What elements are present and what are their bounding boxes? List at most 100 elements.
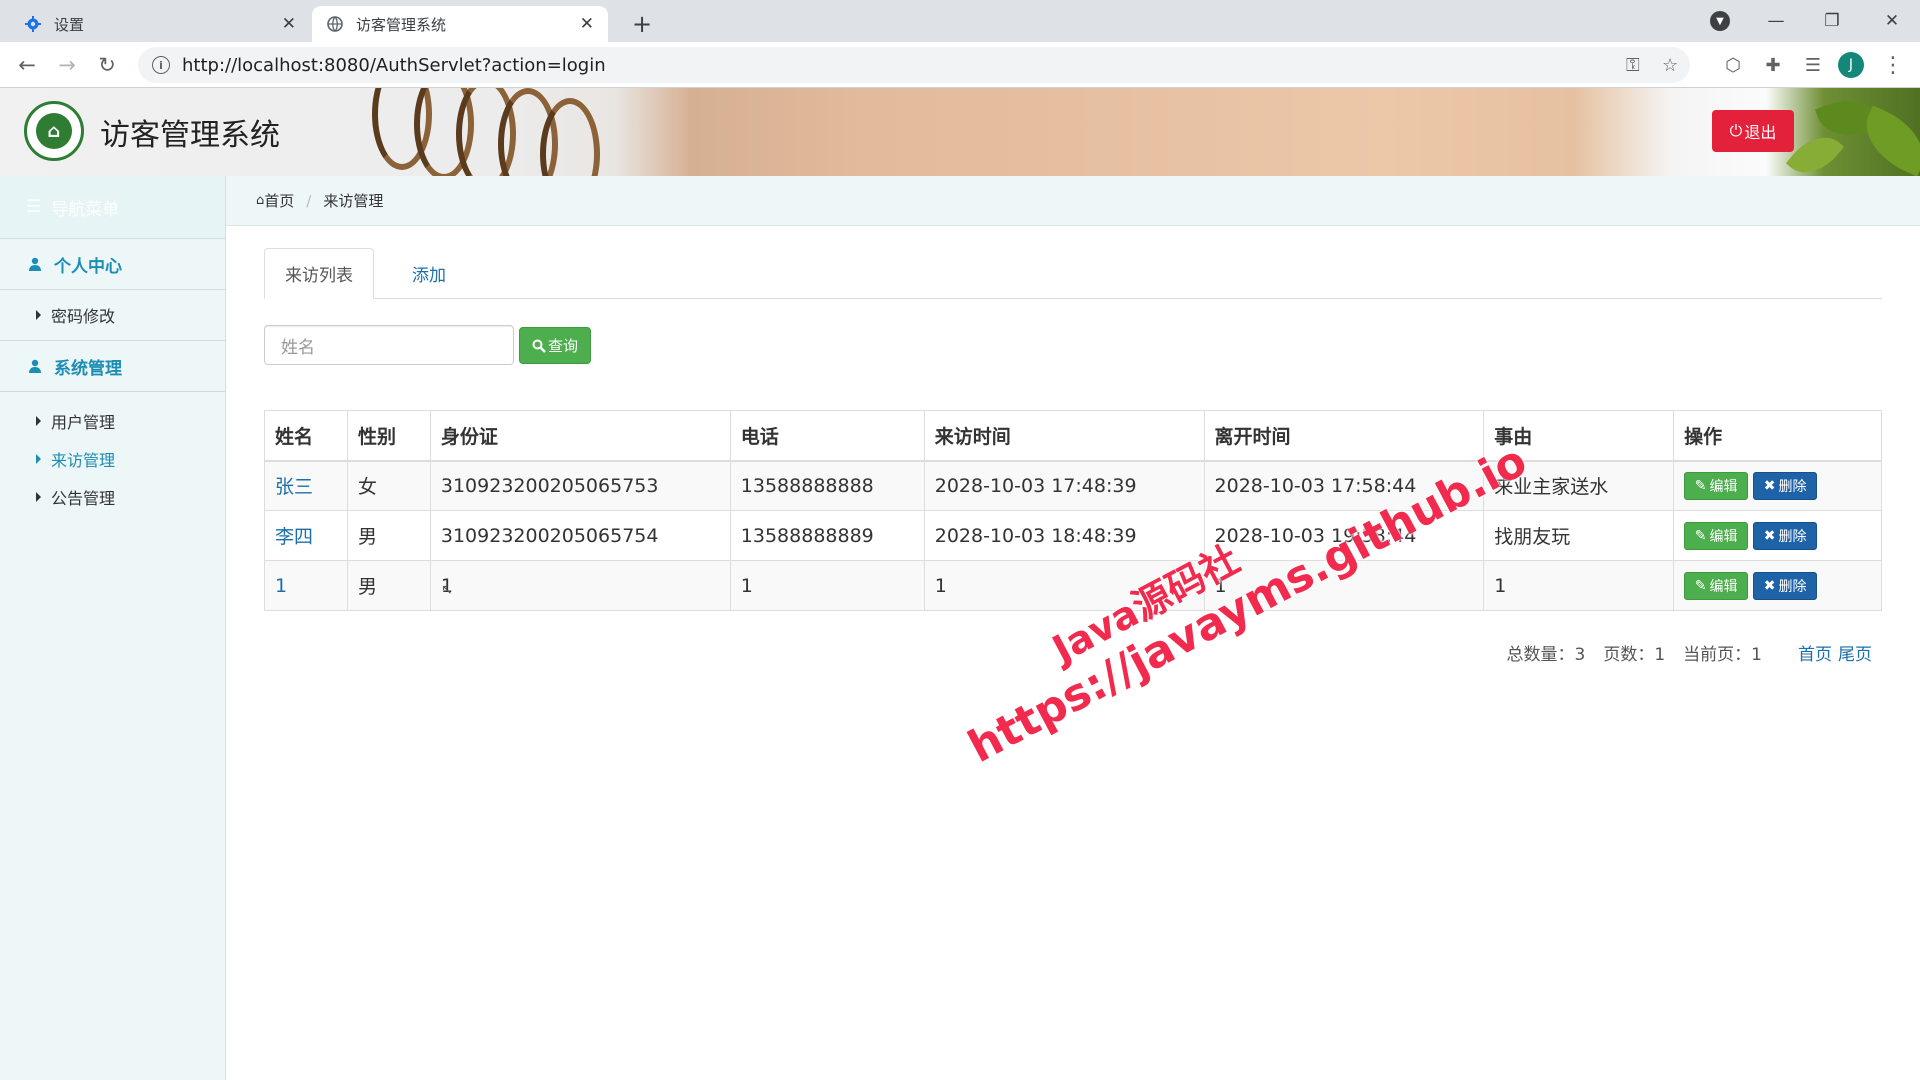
sidebar-item-visits[interactable]: 来访管理 (0, 440, 225, 478)
sidebar-item-label: 用户管理 (51, 413, 116, 432)
tab-visit-list[interactable]: 来访列表 (264, 248, 374, 299)
sidebar-section-system[interactable]: 系统管理 (0, 341, 225, 392)
url-field[interactable]: i http://localhost:8080/AuthServlet?acti… (138, 47, 1690, 83)
pager-current: 当前页：1 (1683, 645, 1762, 665)
edit-label: 编辑 (1709, 528, 1738, 545)
cell-visit-time: 2028-10-03 18:48:39 (923, 510, 1205, 561)
browser-tab-visitor[interactable]: 访客管理系统 ✕ (312, 6, 608, 42)
sidebar-item-label: 密码修改 (51, 307, 116, 326)
cell-name-link[interactable]: 张三 (264, 460, 348, 511)
puzzle-icon[interactable]: ✚ (1758, 50, 1788, 80)
cell-phone: 13588888888 (729, 460, 925, 511)
logout-button[interactable]: ⏻ 退出 (1712, 110, 1794, 152)
browser-tab-settings[interactable]: 设置 ✕ (10, 6, 310, 42)
cell-name-link[interactable]: 1 (264, 560, 348, 611)
caret-right-icon (36, 416, 41, 426)
edit-button[interactable]: ✎ 编辑 (1684, 471, 1749, 500)
back-arrow-icon[interactable]: ← (12, 50, 42, 80)
cell-gender: 女 (346, 460, 431, 511)
col-id-card: 身份证 (429, 410, 731, 462)
kebab-menu-icon[interactable]: ⋮ (1878, 50, 1908, 80)
sidebar-section-personal[interactable]: 个人中心 (0, 239, 225, 290)
search-button[interactable]: 查询 (519, 327, 591, 364)
logout-label: 退出 (1744, 123, 1777, 142)
pencil-icon: ✎ (1694, 477, 1707, 494)
cell-phone: 1 (729, 560, 925, 611)
table-row: 1 男 1 1 1 1 1 ✎ 编辑 ✖ 删除 (264, 560, 1882, 611)
content-tabs: 来访列表 添加 (264, 248, 1882, 299)
cell-reason: 找朋友玩 (1483, 510, 1675, 561)
new-tab-plus-icon[interactable]: + (624, 6, 660, 42)
reading-list-icon[interactable]: ☰ (1798, 50, 1828, 80)
cell-phone: 13588888889 (729, 510, 925, 561)
breadcrumb-home[interactable]: 首页 (264, 190, 294, 211)
pagination: 总数量：3 页数：1 当前页：1 首页 尾页 (1507, 640, 1872, 665)
caret-right-icon (36, 454, 41, 464)
tab-add[interactable]: 添加 (374, 248, 484, 298)
sidebar-item-label: 公告管理 (51, 489, 116, 508)
gear-icon (24, 15, 42, 33)
edit-label: 编辑 (1709, 478, 1738, 495)
user-icon (29, 257, 41, 271)
breadcrumb: ⌂ 首页 / 来访管理 (226, 176, 1920, 226)
star-icon[interactable]: ☆ (1662, 47, 1678, 83)
cell-gender: 男 (346, 510, 431, 561)
col-phone: 电话 (729, 410, 925, 462)
home-icon: ⌂ (256, 193, 265, 208)
sidebar-item-users[interactable]: 用户管理 (0, 402, 225, 440)
delete-label: 删除 (1778, 478, 1807, 495)
cell-actions: ✎ 编辑 ✖ 删除 (1673, 560, 1882, 611)
key-icon[interactable]: ⚿ (1626, 47, 1640, 83)
x-icon: ✖ (1763, 577, 1776, 594)
pencil-icon: ✎ (1694, 527, 1707, 544)
house-icon: ⌂ (36, 113, 72, 149)
minimize-icon[interactable]: — (1748, 0, 1804, 42)
delete-button[interactable]: ✖ 删除 (1753, 471, 1818, 500)
cell-name-link[interactable]: 李四 (264, 510, 348, 561)
cell-id-card: 310923200205065753 (429, 460, 731, 511)
cell-id-card: 310923200205065754 (429, 510, 731, 561)
sidebar-group-system: 用户管理 来访管理 公告管理 (0, 392, 225, 516)
cell-reason: 1 (1483, 560, 1675, 611)
sidebar-item-password[interactable]: 密码修改 (0, 296, 225, 334)
section-label: 系统管理 (54, 358, 122, 379)
sidebar: ☰ 导航菜单 个人中心 密码修改 系统管理 用户管理 来访管理 公告管理 (0, 176, 226, 1080)
visit-table: 姓名 性别 身份证 电话 来访时间 离开时间 事由 操作 张三 女 310923… (264, 410, 1882, 611)
info-icon[interactable]: i (152, 56, 170, 74)
pencil-icon: ✎ (1694, 577, 1707, 594)
name-search-input[interactable]: 姓名 (264, 325, 514, 365)
delete-button[interactable]: ✖ 删除 (1753, 521, 1818, 550)
col-visit-time: 来访时间 (923, 410, 1205, 462)
pager-first-link[interactable]: 首页 (1798, 640, 1832, 665)
edit-label: 编辑 (1709, 578, 1738, 595)
tab-search-chevron-icon[interactable]: ▼ (1710, 11, 1730, 31)
table-row: 张三 女 310923200205065753 13588888888 2028… (264, 460, 1882, 511)
url-text: http://localhost:8080/AuthServlet?action… (182, 54, 606, 76)
globe-icon (326, 15, 344, 33)
pager-total: 总数量：3 (1506, 645, 1586, 665)
extension-hex-icon[interactable]: ⬡ (1718, 50, 1748, 80)
close-icon[interactable]: ✕ (282, 14, 296, 34)
cell-actions: ✎ 编辑 ✖ 删除 (1673, 510, 1882, 561)
table-header-row: 姓名 性别 身份证 电话 来访时间 离开时间 事由 操作 (264, 410, 1882, 462)
window-close-icon[interactable]: ✕ (1864, 0, 1920, 42)
search-button-label: 查询 (547, 337, 578, 355)
caret-right-icon (36, 492, 41, 502)
delete-button[interactable]: ✖ 删除 (1753, 571, 1818, 600)
x-icon: ✖ (1763, 477, 1776, 494)
cell-actions: ✎ 编辑 ✖ 删除 (1673, 460, 1882, 511)
profile-avatar[interactable]: J (1838, 52, 1864, 78)
sidebar-group-personal: 密码修改 (0, 290, 225, 341)
close-icon[interactable]: ✕ (580, 14, 594, 34)
edit-button[interactable]: ✎ 编辑 (1684, 521, 1749, 550)
sidebar-item-notices[interactable]: 公告管理 (0, 478, 225, 516)
restore-icon[interactable]: ❐ (1804, 0, 1860, 42)
pager-last-link[interactable]: 尾页 (1838, 640, 1872, 665)
delete-label: 删除 (1778, 528, 1807, 545)
reload-icon[interactable]: ↻ (92, 50, 122, 80)
address-bar: ← → ↻ i http://localhost:8080/AuthServle… (0, 42, 1920, 88)
breadcrumb-separator: / (306, 191, 312, 210)
forward-arrow-icon[interactable]: → (52, 50, 82, 80)
edit-button[interactable]: ✎ 编辑 (1684, 571, 1749, 600)
delete-label: 删除 (1778, 578, 1807, 595)
